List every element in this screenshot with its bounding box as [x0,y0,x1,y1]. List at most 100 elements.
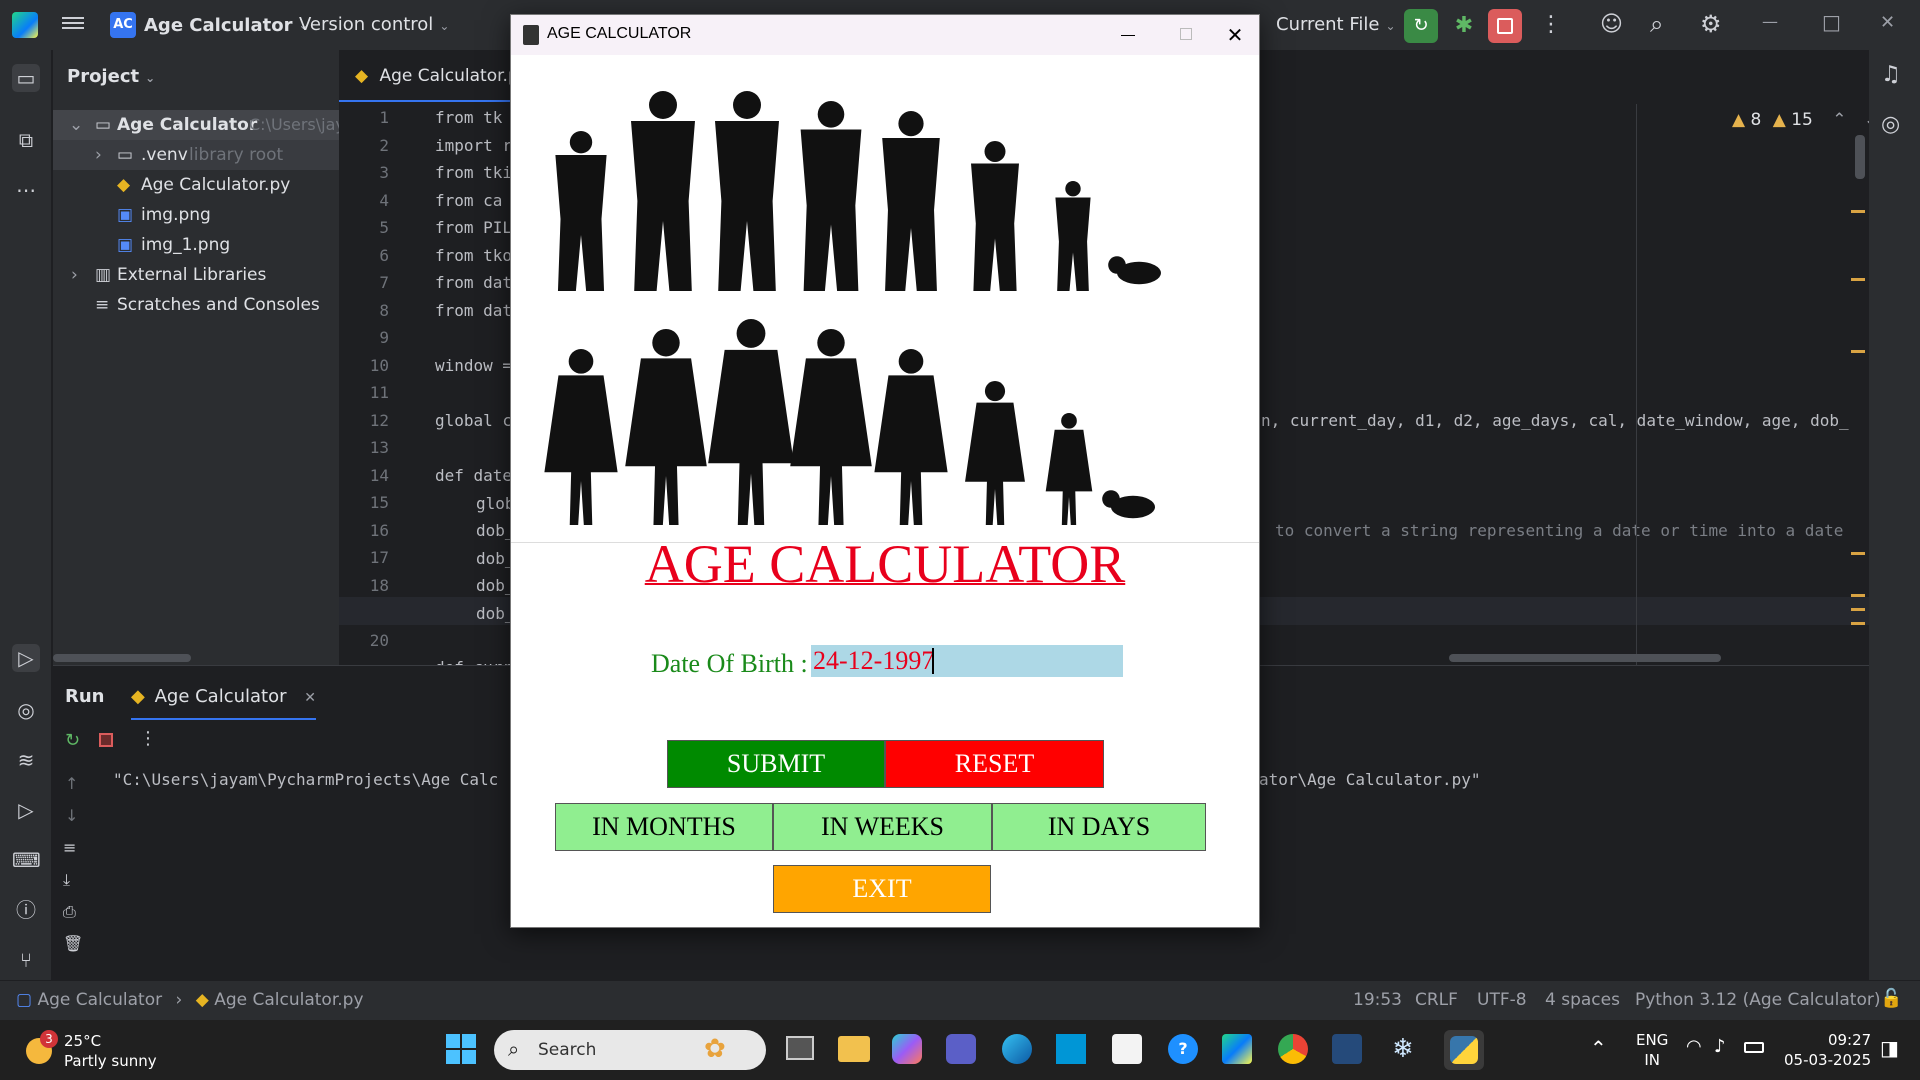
python-app-icon[interactable] [1444,1030,1484,1070]
project-panel-header[interactable]: Project ⌄ [67,66,155,87]
trash-icon[interactable]: 🗑 [63,934,83,953]
file-explorer-icon[interactable] [838,1036,870,1062]
editor-tab[interactable]: ◆ Age Calculator.py [339,50,539,102]
close-icon[interactable]: ✕ [304,690,316,706]
pycharm-taskbar-icon[interactable] [1222,1034,1252,1064]
start-windows-icon[interactable] [446,1034,476,1064]
code-line[interactable]: from PIL [435,218,512,237]
terminal-icon[interactable]: ⌨ [12,846,41,874]
volume-icon[interactable]: ♪ [1714,1036,1726,1057]
code-with-me-icon[interactable]: ☺ [1600,12,1623,37]
more-options-icon[interactable]: ⋮ [139,728,157,749]
vcs-widget[interactable]: Version control ⌄ [299,14,449,35]
code-line[interactable]: window = [435,356,512,375]
print-icon[interactable]: ⎙ [63,902,76,922]
code-line[interactable]: from dat [435,301,512,320]
structure-icon[interactable]: ⧉ [12,126,40,154]
submit-button[interactable]: SUBMIT [667,740,885,788]
breadcrumb-file[interactable]: Age Calculator.py [214,990,363,1010]
python-packages-icon[interactable]: ≋ [12,746,40,774]
tree-item-venv[interactable]: › ▭ .venv library root [53,140,339,170]
project-folder-icon[interactable]: ▭ [12,64,40,92]
code-line[interactable]: from tk [435,108,502,127]
run-tab[interactable]: ◆ Age Calculator ✕ [131,674,316,720]
code-line[interactable]: global c [435,411,512,430]
in-days-button[interactable]: IN DAYS [992,803,1206,851]
notification-center-icon[interactable]: ◨ [1880,1036,1899,1060]
copilot-icon[interactable] [892,1034,922,1064]
code-line[interactable]: dob_ [476,549,515,568]
pycharm-logo-icon[interactable] [12,12,38,38]
hp-app-icon[interactable] [1056,1034,1086,1064]
window-maximize-button[interactable]: □ [1822,10,1841,34]
edge-browser-icon[interactable] [1002,1034,1032,1064]
breadcrumb-project[interactable]: Age Calculator [37,990,162,1010]
code-line[interactable]: def date [435,466,512,485]
code-line[interactable]: dob_ [476,576,515,595]
inspections-widget[interactable]: ▲ 8 ▲ 15 ⌃ ⌄ [1732,110,1878,130]
code-line[interactable]: import r [435,136,512,155]
battery-icon[interactable] [1744,1042,1764,1053]
code-line[interactable]: dob_ [476,521,515,540]
debug-bug-icon[interactable]: ✱ [1450,12,1478,40]
stop-icon[interactable] [99,733,113,747]
chevron-up-icon[interactable]: ⌃ [1832,110,1846,130]
python-console-icon[interactable]: ◎ [12,696,40,724]
tk-close-button[interactable]: ✕ [1215,19,1255,51]
code-line[interactable]: from ca [435,191,502,210]
dob-input[interactable]: 24-12-1997 [811,645,1123,677]
window-minimize-button[interactable]: — [1762,12,1778,31]
wifi-icon[interactable]: ◠ [1686,1036,1702,1057]
run-config-selector[interactable]: Current File ⌄ [1276,14,1396,35]
code-line[interactable]: dob_ [476,604,515,623]
microsoft-store-icon[interactable] [1112,1034,1142,1064]
search-icon[interactable]: ⌕ [1650,10,1663,38]
scroll-down-icon[interactable]: ↓ [65,806,78,825]
scroll-up-icon[interactable]: ↑ [65,774,78,793]
python-interpreter[interactable]: Python 3.12 (Age Calculator) [1635,990,1880,1010]
tk-title-bar[interactable]: AGE CALCULATOR ✕ [511,15,1259,55]
code-line[interactable]: from dat [435,273,512,292]
rerun-icon[interactable]: ↻ [65,730,80,751]
stop-button[interactable] [1488,9,1522,43]
show-hidden-icons[interactable]: ⌃ [1590,1036,1607,1060]
taskbar-search-box[interactable]: ⌕ Search ✿ [494,1030,766,1070]
reset-button[interactable]: RESET [885,740,1104,788]
vs-code-icon[interactable] [1332,1034,1362,1064]
teams-icon[interactable] [946,1034,976,1064]
file-encoding[interactable]: UTF-8 [1477,990,1527,1010]
editor-h-scrollbar[interactable] [1449,654,1721,662]
tree-item-scratches[interactable]: ≡ Scratches and Consoles [53,290,339,320]
code-line[interactable]: glob [476,494,515,513]
in-months-button[interactable]: IN MONTHS [555,803,773,851]
caret-position[interactable]: 19:53 [1353,990,1402,1010]
clock[interactable]: 09:27 05-03-2025 [1784,1030,1871,1070]
tree-item-img[interactable]: ▣ img.png [53,200,339,230]
code-line[interactable]: from tki [435,163,512,182]
project-widget[interactable]: AC Age Calculator ⌄ [110,11,309,39]
language-indicator[interactable]: ENG IN [1636,1030,1668,1070]
lock-icon[interactable]: 🔓 [1880,988,1902,1009]
snipping-tool-icon[interactable]: ❄ [1388,1034,1418,1064]
chrome-icon[interactable] [1278,1034,1308,1064]
code-line[interactable]: from tko [435,246,512,265]
horizontal-scrollbar[interactable] [53,654,191,662]
tree-item-py-file[interactable]: ◆ Age Calculator.py [53,170,339,200]
weather-widget[interactable]: 3 25°C Partly sunny [24,1030,174,1072]
code-comment[interactable]: to convert a string representing a date … [1275,521,1843,540]
main-menu-icon[interactable] [62,14,84,34]
indent-setting[interactable]: 4 spaces [1545,990,1620,1010]
help-icon[interactable]: ? [1168,1034,1198,1064]
services-icon[interactable]: ▷ [12,796,40,824]
window-close-button[interactable]: ✕ [1880,12,1895,33]
ai-assistant-icon[interactable]: ◎ [1881,112,1900,137]
exit-button[interactable]: EXIT [773,865,991,913]
problems-icon[interactable]: ⓘ [12,896,40,924]
rerun-button[interactable]: ↻ [1404,9,1438,43]
git-icon[interactable]: ⑂ [12,946,40,974]
more-tools-icon[interactable]: ⋯ [12,176,40,204]
task-view-icon[interactable] [786,1036,814,1060]
line-separator[interactable]: CRLF [1415,990,1458,1010]
in-weeks-button[interactable]: IN WEEKS [773,803,992,851]
tree-item-root[interactable]: ⌄ ▭ Age Calculator C:\Users\jay [53,110,345,140]
